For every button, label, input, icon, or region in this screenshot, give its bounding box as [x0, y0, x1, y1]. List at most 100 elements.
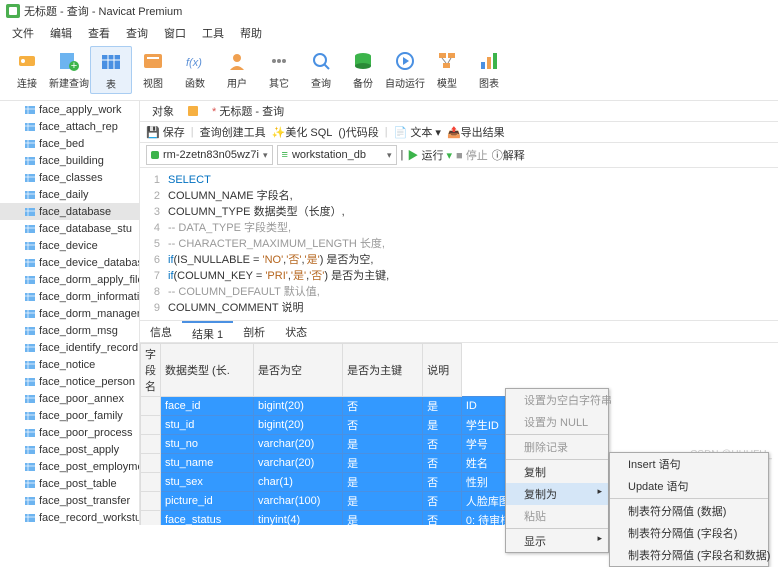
tab-objects[interactable]: 对象	[144, 101, 182, 121]
menu-window[interactable]: 窗口	[158, 24, 192, 40]
tree-item[interactable]: face_poor_family	[0, 407, 139, 424]
tree-item[interactable]: face_bed	[0, 135, 139, 152]
tree-item[interactable]: face_database_stu	[0, 220, 139, 237]
toolbar-query[interactable]: 查询	[300, 46, 342, 94]
toolbar-connect[interactable]: 连接	[6, 46, 48, 94]
column-header[interactable]: 数据类型 (长.	[161, 344, 254, 397]
tree-item[interactable]: face_attach_rep	[0, 118, 139, 135]
tree-item[interactable]: face_identify_record	[0, 339, 139, 356]
svg-text:+: +	[71, 60, 77, 72]
table-icon	[24, 308, 36, 320]
tree-item[interactable]: face_device_database	[0, 254, 139, 271]
tab-status[interactable]: 状态	[275, 321, 317, 342]
app-icon	[6, 4, 20, 18]
toolbar-backup[interactable]: 备份	[342, 46, 384, 94]
toolbar-other[interactable]: 其它	[258, 46, 300, 94]
toolbar-view[interactable]: 视图	[132, 46, 174, 94]
mi-set-blank[interactable]: 设置为空白字符串	[506, 389, 608, 411]
mi-copy-as[interactable]: 复制为	[506, 483, 608, 505]
tree-item[interactable]: face_post_transfer	[0, 492, 139, 509]
export-button[interactable]: 📤导出结果	[447, 124, 505, 140]
builder-button[interactable]: 查询创建工具	[200, 124, 266, 140]
toolbar-charts[interactable]: 图表	[468, 46, 510, 94]
column-header[interactable]: 是否为空	[254, 344, 343, 397]
object-tree[interactable]: face_apply_workface_attach_repface_bedfa…	[0, 101, 140, 525]
tree-item[interactable]: face_device	[0, 237, 139, 254]
tree-item[interactable]: face_notice	[0, 356, 139, 373]
explain-button[interactable]: ⓘ解释	[492, 147, 525, 163]
sql-editor[interactable]: 1SELECT2 COLUMN_NAME 字段名,3 COLUMN_TYPE 数…	[140, 168, 778, 321]
toolbar-user[interactable]: 用户	[216, 46, 258, 94]
server-dropdown[interactable]: rm-2zetn83n05wz7i▾	[146, 145, 273, 165]
context-submenu[interactable]: Insert 语句 Update 语句 制表符分隔值 (数据) 制表符分隔值 (…	[609, 452, 769, 567]
tab-query-icon	[186, 104, 200, 118]
tree-item[interactable]: face_record_workstudy	[0, 509, 139, 525]
table-icon	[24, 121, 36, 133]
text-button[interactable]: 📄 文本 ▾	[394, 124, 441, 140]
tree-item[interactable]: face_post_employmen	[0, 458, 139, 475]
mi-update[interactable]: Update 语句	[610, 475, 768, 497]
toolbar-autorun[interactable]: 自动运行	[384, 46, 426, 94]
other-icon	[266, 48, 292, 74]
svg-text:f(x): f(x)	[186, 57, 202, 69]
table-icon	[24, 223, 36, 235]
table-icon	[24, 138, 36, 150]
tree-item[interactable]: face_apply_work	[0, 101, 139, 118]
toolbar-model[interactable]: 模型	[426, 46, 468, 94]
column-header[interactable]: 字段名	[141, 344, 161, 397]
menu-help[interactable]: 帮助	[234, 24, 268, 40]
tree-item[interactable]: face_dorm_manager	[0, 305, 139, 322]
menu-tools[interactable]: 工具	[196, 24, 230, 40]
toolbar-newquery[interactable]: +新建查询	[48, 46, 90, 94]
db-dropdown[interactable]: ≡workstation_db▾	[277, 145, 397, 165]
table-icon	[24, 155, 36, 167]
toolbar-function[interactable]: f(x)函数	[174, 46, 216, 94]
tree-item[interactable]: face_dorm_msg	[0, 322, 139, 339]
menu-edit[interactable]: 编辑	[44, 24, 78, 40]
column-header[interactable]: 说明	[423, 344, 462, 397]
mi-display[interactable]: 显示	[506, 530, 608, 552]
context-menu[interactable]: 设置为空白字符串 设置为 NULL 删除记录 复制 复制为 粘贴 显示	[505, 388, 609, 553]
tab-query[interactable]: * 无标题 - 查询	[204, 101, 292, 121]
mi-tab-both[interactable]: 制表符分隔值 (字段名和数据)	[610, 544, 768, 566]
mi-set-null[interactable]: 设置为 NULL	[506, 411, 608, 433]
beautify-button[interactable]: ✨美化 SQL	[272, 124, 333, 140]
tree-item[interactable]: face_database	[0, 203, 139, 220]
table-icon	[24, 410, 36, 422]
mi-tab-data[interactable]: 制表符分隔值 (数据)	[610, 500, 768, 522]
tree-item[interactable]: face_dorm_apply_file	[0, 271, 139, 288]
tree-item[interactable]: face_daily	[0, 186, 139, 203]
tree-item[interactable]: face_dorm_informatior	[0, 288, 139, 305]
mi-insert[interactable]: Insert 语句	[610, 453, 768, 475]
mi-delete[interactable]: 删除记录	[506, 436, 608, 458]
table-icon	[24, 512, 36, 524]
model-icon	[434, 48, 460, 74]
run-button[interactable]: ▶ 运行 ▾	[407, 147, 452, 163]
tab-profile[interactable]: 剖析	[233, 321, 275, 342]
title-bar: 无标题 - 查询 - Navicat Premium	[0, 0, 778, 22]
toolbar-table[interactable]: 表	[90, 46, 132, 94]
stop-button: ■ 停止	[456, 147, 488, 163]
tree-item[interactable]: face_post_apply	[0, 441, 139, 458]
tab-info[interactable]: 信息	[140, 321, 182, 342]
mi-copy[interactable]: 复制	[506, 461, 608, 483]
snippet-button[interactable]: ()代码段	[338, 124, 378, 140]
save-button[interactable]: 💾 保存	[146, 124, 185, 140]
tree-item[interactable]: face_classes	[0, 169, 139, 186]
menu-view[interactable]: 查看	[82, 24, 116, 40]
charts-icon	[476, 48, 502, 74]
menu-query[interactable]: 查询	[120, 24, 154, 40]
tree-item[interactable]: face_poor_annex	[0, 390, 139, 407]
menu-file[interactable]: 文件	[6, 24, 40, 40]
tab-result1[interactable]: 结果 1	[182, 321, 233, 342]
tree-item[interactable]: face_notice_person	[0, 373, 139, 390]
table-icon	[24, 291, 36, 303]
table-icon	[24, 393, 36, 405]
mi-paste[interactable]: 粘贴	[506, 505, 608, 527]
table-icon	[24, 461, 36, 473]
tree-item[interactable]: face_poor_process	[0, 424, 139, 441]
tree-item[interactable]: face_post_table	[0, 475, 139, 492]
tree-item[interactable]: face_building	[0, 152, 139, 169]
column-header[interactable]: 是否为主键	[343, 344, 423, 397]
mi-tab-field[interactable]: 制表符分隔值 (字段名)	[610, 522, 768, 544]
